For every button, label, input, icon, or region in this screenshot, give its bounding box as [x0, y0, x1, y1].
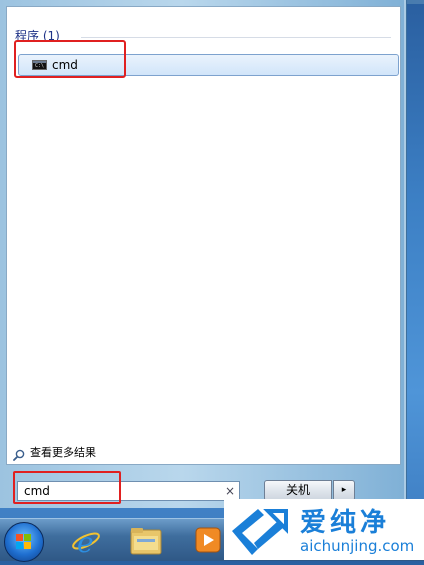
clear-search-icon[interactable]: ×: [225, 484, 235, 498]
shutdown-options-arrow-icon[interactable]: ▸: [333, 480, 355, 501]
internet-explorer-icon[interactable]: e: [68, 522, 104, 559]
svg-text:e: e: [77, 526, 94, 558]
watermark-logo-icon: [228, 505, 290, 557]
watermark-url: aichunjing.com: [300, 537, 415, 555]
start-orb-icon[interactable]: [4, 522, 44, 562]
group-header-divider: [81, 37, 391, 38]
search-icon: [13, 446, 25, 461]
shutdown-button[interactable]: 关机: [264, 480, 332, 501]
watermark-title: 爱纯净: [300, 508, 391, 538]
see-more-results-label: 查看更多结果: [30, 446, 96, 459]
highlight-box-result: [14, 40, 126, 78]
see-more-results-link[interactable]: 查看更多结果: [13, 444, 96, 461]
highlight-box-search: [13, 471, 121, 504]
folder-icon[interactable]: [128, 522, 164, 558]
